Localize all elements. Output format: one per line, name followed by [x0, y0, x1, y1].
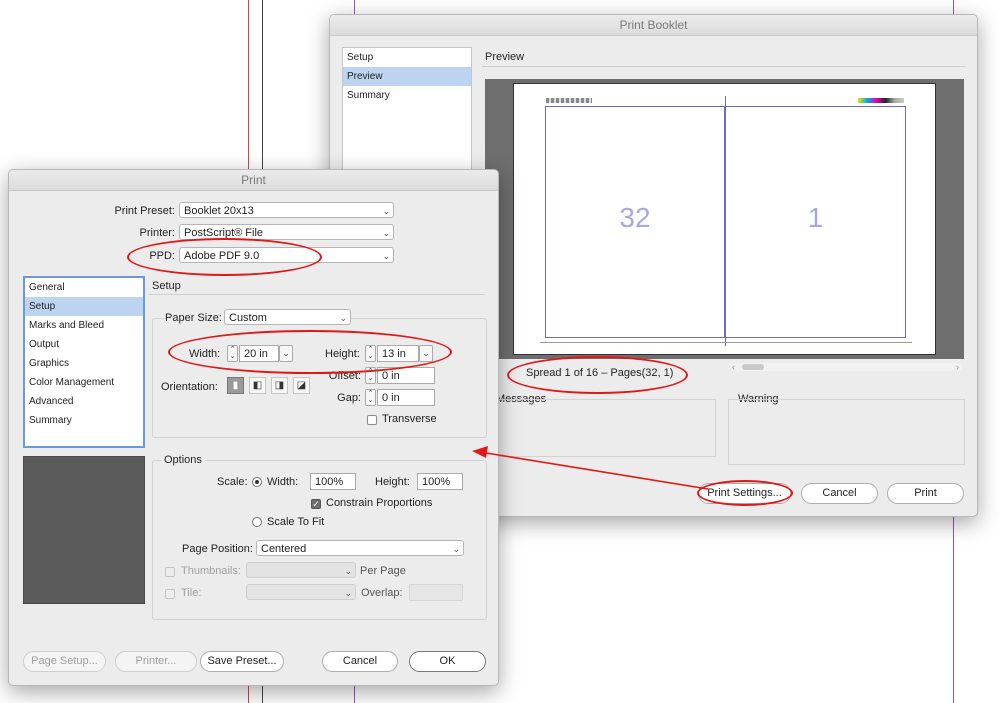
annotation-arrow-head: [472, 446, 488, 458]
annotation-arrow: [472, 446, 709, 490]
annotation-arrow-line: [485, 452, 709, 490]
